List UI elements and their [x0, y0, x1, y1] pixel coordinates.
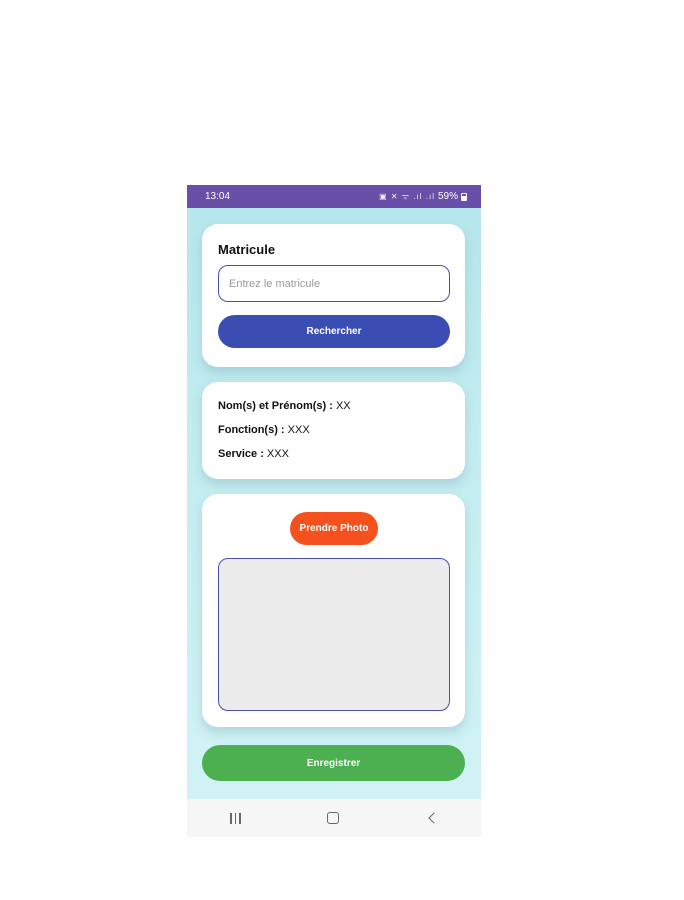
take-photo-button[interactable]: Prendre Photo — [290, 512, 378, 545]
service-value: XXX — [263, 448, 289, 460]
photo-card: Prendre Photo — [202, 494, 465, 727]
info-card: Nom(s) et Prénom(s) : XX Fonction(s) : X… — [202, 382, 465, 479]
matricule-label: Matricule — [218, 242, 276, 257]
status-indicators: ▣ ✕ ᯤ .ıl .ıl 59% — [379, 191, 467, 202]
function-value: XXX — [284, 424, 310, 436]
function-label: Fonction(s) : — [218, 424, 285, 436]
name-value: XX — [332, 400, 351, 412]
save-button[interactable]: Enregistrer — [202, 745, 465, 781]
name-label: Nom(s) et Prénom(s) : — [218, 400, 333, 412]
battery-percentage: 59% — [437, 191, 458, 202]
status-time: 13:04 — [205, 191, 231, 202]
status-bar: 13:04 ▣ ✕ ᯤ .ıl .ıl 59% — [187, 185, 481, 208]
photo-preview — [218, 558, 450, 711]
service-label: Service : — [218, 448, 264, 460]
signal-icons: ▣ ✕ ᯤ .ıl .ıl — [379, 192, 435, 201]
recent-apps-icon[interactable] — [230, 812, 241, 824]
battery-icon — [461, 192, 467, 201]
phone-screen: 13:04 ▣ ✕ ᯤ .ıl .ıl 59% Matricule Recher… — [187, 185, 481, 837]
function-line: Fonction(s) : XXX — [218, 424, 310, 436]
matricule-input[interactable] — [218, 265, 450, 302]
navigation-bar — [187, 799, 481, 837]
name-line: Nom(s) et Prénom(s) : XX — [218, 400, 351, 412]
search-button[interactable]: Rechercher — [218, 315, 450, 348]
service-line: Service : XXX — [218, 448, 289, 460]
search-card: Matricule Rechercher — [202, 224, 465, 367]
home-icon[interactable] — [327, 812, 340, 824]
back-icon[interactable] — [428, 812, 440, 824]
